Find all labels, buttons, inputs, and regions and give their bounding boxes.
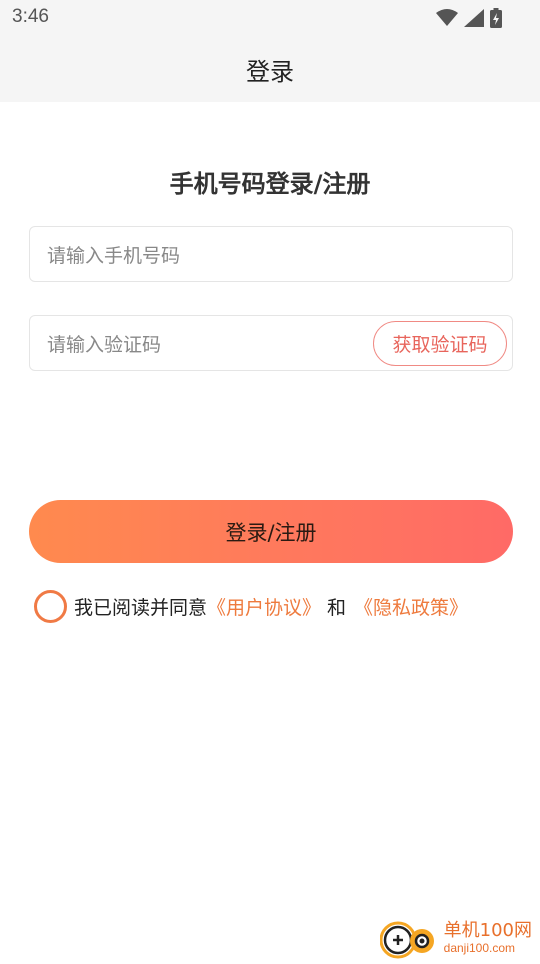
watermark: 单机100网 danji100.com <box>379 916 532 960</box>
signal-icon <box>464 9 484 31</box>
watermark-name: 单机100网 <box>443 920 532 941</box>
agreement-row: 我已阅读并同意 《用户协议》 和 《隐私政策》 <box>34 590 468 623</box>
agreement-prefix: 我已阅读并同意 <box>74 597 208 619</box>
login-register-button[interactable]: 登录/注册 <box>29 500 513 563</box>
page-title: 登录 <box>246 58 294 86</box>
get-code-button[interactable]: 获取验证码 <box>373 321 507 366</box>
user-agreement-link[interactable]: 《用户协议》 <box>207 593 321 620</box>
nav-bar: 登录 <box>0 36 540 102</box>
phone-input[interactable]: 请输入手机号码 <box>29 226 513 282</box>
watermark-logo-icon <box>379 916 442 960</box>
battery-charging-icon <box>490 8 502 32</box>
agreement-conjunction: 和 <box>327 597 347 619</box>
agreement-checkbox[interactable] <box>34 590 67 623</box>
status-bar: 3:46 <box>0 0 540 36</box>
status-icons <box>436 8 502 32</box>
phone-input-placeholder: 请输入手机号码 <box>47 245 181 267</box>
login-heading: 手机号码登录/注册 <box>169 170 371 198</box>
watermark-url: danji100.com <box>443 941 516 955</box>
verification-code-placeholder: 请输入验证码 <box>47 334 162 356</box>
privacy-policy-link[interactable]: 《隐私政策》 <box>354 593 468 620</box>
verification-code-input[interactable]: 请输入验证码 获取验证码 <box>29 315 513 371</box>
status-time: 3:46 <box>12 6 49 27</box>
wifi-icon <box>436 9 458 31</box>
